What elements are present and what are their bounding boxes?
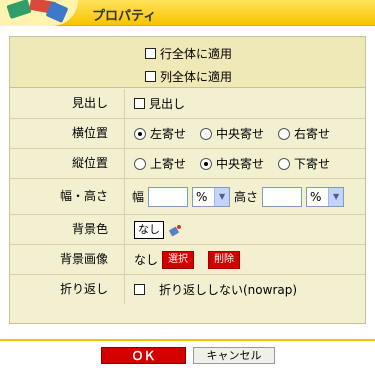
apply-row-checkbox[interactable]	[145, 48, 156, 59]
valign-middle-label: 中央寄せ	[216, 157, 265, 171]
halign-left-label: 左寄せ	[150, 127, 187, 141]
heading-label: 見出し	[10, 89, 125, 118]
apply-col-option[interactable]: 列全体に適用	[145, 68, 232, 85]
halign-label: 横位置	[10, 119, 125, 148]
apply-col-checkbox[interactable]	[145, 71, 156, 82]
chevron-down-icon: ▼	[214, 187, 230, 206]
wrap-row: 折り返し 折り返ししない(nowrap)	[10, 275, 365, 305]
heading-checkbox-label: 見出し	[149, 97, 186, 111]
paint-bucket-icon[interactable]	[168, 223, 182, 237]
apply-row-option[interactable]: 行全体に適用	[145, 45, 232, 62]
width-label: 幅	[132, 190, 145, 204]
apply-col-label: 列全体に適用	[160, 70, 233, 84]
bgcolor-button[interactable]: なし	[134, 220, 164, 239]
ok-button[interactable]: ＯＫ	[101, 347, 186, 364]
halign-right-label: 右寄せ	[294, 127, 331, 141]
app-logo	[0, 0, 78, 26]
size-row: 幅・高さ 幅 % ▼ 高さ % ▼	[10, 179, 365, 215]
bgcolor-row: 背景色 なし	[10, 215, 365, 245]
width-unit-value: %	[196, 189, 208, 204]
apply-scope-box: 行全体に適用 列全体に適用	[10, 37, 365, 88]
bgcolor-label: 背景色	[10, 215, 125, 244]
title-bar: プロパティ	[0, 0, 375, 26]
bgimage-select-button[interactable]: 選択	[162, 250, 195, 269]
height-unit-value: %	[310, 189, 322, 204]
dialog-title: プロパティ	[92, 9, 157, 24]
halign-center-radio[interactable]	[200, 127, 213, 140]
halign-row: 横位置 左寄せ 中央寄せ 右寄せ	[10, 119, 365, 149]
bgimage-value: なし	[134, 253, 159, 267]
apply-row-label: 行全体に適用	[160, 47, 233, 61]
valign-label: 縦位置	[10, 149, 125, 178]
height-input[interactable]	[262, 186, 303, 207]
width-input[interactable]	[148, 186, 189, 207]
valign-bottom-radio[interactable]	[278, 157, 291, 170]
bgimage-delete-button[interactable]: 削除	[208, 250, 241, 269]
halign-right-radio[interactable]	[278, 127, 291, 140]
properties-panel: 行全体に適用 列全体に適用 見出し 見出し 横位置 左寄せ 中央寄せ 右寄せ 縦…	[9, 36, 366, 324]
valign-middle-radio[interactable]	[200, 157, 213, 170]
halign-center-label: 中央寄せ	[216, 127, 265, 141]
footer-divider	[0, 339, 375, 341]
cancel-button[interactable]: キャンセル	[193, 347, 275, 364]
wrap-label: 折り返し	[10, 275, 125, 304]
nowrap-checkbox[interactable]	[134, 284, 145, 295]
chevron-down-icon: ▼	[328, 187, 344, 206]
bgimage-label: 背景画像	[10, 245, 125, 274]
bgimage-row: 背景画像 なし 選択 削除	[10, 245, 365, 275]
halign-left-radio[interactable]	[134, 127, 146, 140]
valign-top-label: 上寄せ	[150, 157, 187, 171]
height-unit-select[interactable]: % ▼	[306, 186, 345, 207]
height-label: 高さ	[234, 190, 259, 204]
width-unit-select[interactable]: % ▼	[192, 186, 231, 207]
heading-row: 見出し 見出し	[10, 89, 365, 119]
valign-bottom-label: 下寄せ	[294, 157, 331, 171]
size-label: 幅・高さ	[10, 179, 125, 214]
valign-row: 縦位置 上寄せ 中央寄せ 下寄せ	[10, 149, 365, 179]
valign-top-radio[interactable]	[134, 157, 146, 170]
nowrap-checkbox-label: 折り返ししない(nowrap)	[159, 283, 298, 297]
heading-checkbox[interactable]	[134, 98, 145, 109]
